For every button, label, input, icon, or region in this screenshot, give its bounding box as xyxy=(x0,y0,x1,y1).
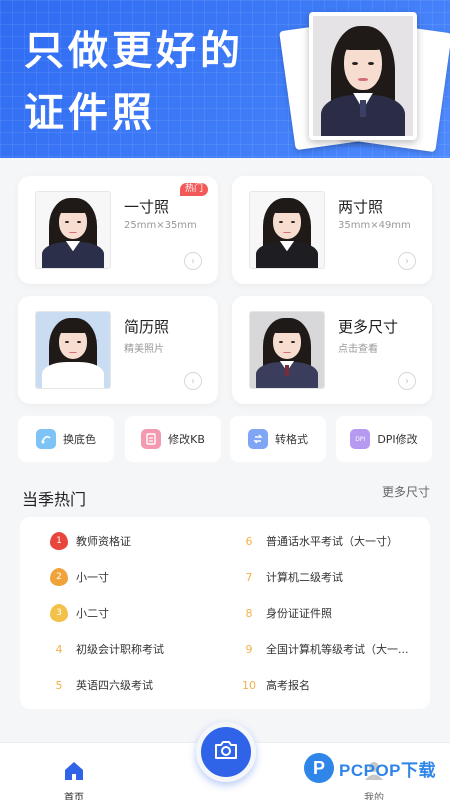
hot-list-item[interactable]: 7 计算机二级考试 xyxy=(240,567,344,587)
rank-number: 5 xyxy=(55,678,63,692)
hero-title-line1: 只做更好的 xyxy=(24,28,244,74)
hot-item-label: 初级会计职称考试 xyxy=(76,643,164,656)
watermark-text: PCPOP下载 xyxy=(339,760,437,780)
tool-dpi-modify[interactable]: DPI DPI修改 xyxy=(336,416,432,462)
more-sizes-link[interactable]: 更多尺寸 xyxy=(382,483,430,500)
portrait-thumbnail xyxy=(250,312,324,388)
tool-label: 换底色 xyxy=(63,433,96,446)
hot-list-item[interactable]: 5 英语四六级考试 xyxy=(50,675,154,695)
dpi-icon: DPI xyxy=(350,429,371,449)
rank-number: 4 xyxy=(55,642,63,656)
portrait-thumbnail xyxy=(250,192,324,268)
camera-button[interactable] xyxy=(196,722,256,782)
rank-number: 9 xyxy=(245,642,253,656)
hot-item-label: 全国计算机等级考试（大一... xyxy=(266,643,409,656)
hero-portrait-photo xyxy=(309,12,417,140)
rank-number: 6 xyxy=(245,534,253,548)
tool-label: 转格式 xyxy=(275,433,308,446)
tool-label: 修改KB xyxy=(168,433,205,446)
hot-item-label: 小二寸 xyxy=(76,607,109,620)
hot-list-item[interactable]: 8 身份证证件照 xyxy=(240,603,333,623)
hot-list-item[interactable]: 10 高考报名 xyxy=(240,675,310,695)
hot-list-item[interactable]: 6 普通话水平考试（大一寸） xyxy=(240,531,399,551)
tab-label: 首页 xyxy=(64,793,84,800)
rank-flame-icon: 2 xyxy=(50,568,68,586)
portrait-thumbnail xyxy=(36,312,110,388)
hot-list-item[interactable]: 4 初级会计职称考试 xyxy=(50,639,165,659)
size-card-more-sizes[interactable]: 更多尺寸 点击查看 › xyxy=(232,296,432,404)
hot-list-item[interactable]: 9 全国计算机等级考试（大一... xyxy=(240,639,409,659)
hot-list-panel: 1 教师资格证 2 小一寸 3 小二寸 4 初级会计职称考试 5 英语四六级考试… xyxy=(20,517,430,709)
hot-badge: 热门 xyxy=(180,183,209,196)
chevron-right-icon: › xyxy=(184,252,202,270)
hot-list-item[interactable]: 2 小一寸 xyxy=(50,567,109,587)
chevron-right-icon: › xyxy=(184,372,202,390)
hero-banner[interactable]: 只做更好的 证件照 xyxy=(0,0,450,158)
camera-icon xyxy=(213,739,239,765)
hot-list-item[interactable]: 1 教师资格证 xyxy=(50,531,131,551)
tool-convert-format[interactable]: 转格式 xyxy=(230,416,326,462)
size-card-title: 两寸照 xyxy=(338,198,384,216)
rank-flame-icon: 1 xyxy=(50,532,68,550)
size-card-two-inch[interactable]: 两寸照 35mm×49mm › xyxy=(232,176,432,284)
size-card-title: 简历照 xyxy=(124,318,170,336)
tab-label: 我的 xyxy=(364,793,384,800)
tool-change-background[interactable]: 换底色 xyxy=(18,416,114,462)
background-swap-icon xyxy=(36,429,56,449)
rank-number: 8 xyxy=(245,606,253,620)
size-card-subtitle: 25mm×35mm xyxy=(124,220,197,231)
hot-item-label: 小一寸 xyxy=(76,571,109,584)
chevron-right-icon: › xyxy=(398,372,416,390)
portrait-thumbnail xyxy=(36,192,110,268)
size-card-subtitle: 点击查看 xyxy=(338,344,378,355)
hot-item-label: 高考报名 xyxy=(266,679,310,692)
rank-flame-icon: 3 xyxy=(50,604,68,622)
tab-home[interactable]: 首页 xyxy=(44,761,104,800)
size-card-resume[interactable]: 简历照 精美照片 › xyxy=(18,296,218,404)
hot-item-label: 计算机二级考试 xyxy=(266,571,343,584)
chevron-right-icon: › xyxy=(398,252,416,270)
hot-list-item[interactable]: 3 小二寸 xyxy=(50,603,109,623)
file-size-icon xyxy=(141,429,162,449)
hero-photo-stack xyxy=(279,10,450,158)
size-card-title: 一寸照 xyxy=(124,198,170,216)
tool-label: DPI修改 xyxy=(377,433,418,446)
size-card-subtitle: 精美照片 xyxy=(124,344,164,355)
hero-title-line2: 证件照 xyxy=(24,90,156,136)
home-icon xyxy=(63,761,85,785)
rank-number: 7 xyxy=(245,570,253,584)
section-title-hot: 当季热门 xyxy=(22,490,87,509)
site-watermark: P PCPOP下载 xyxy=(304,752,436,784)
watermark-logo: P xyxy=(304,753,334,783)
tool-modify-kb[interactable]: 修改KB xyxy=(125,416,221,462)
hot-item-label: 教师资格证 xyxy=(76,535,131,548)
size-card-subtitle: 35mm×49mm xyxy=(338,220,411,231)
size-card-title: 更多尺寸 xyxy=(338,318,399,336)
rank-number: 10 xyxy=(242,678,256,692)
hot-item-label: 身份证证件照 xyxy=(266,607,332,620)
hot-item-label: 英语四六级考试 xyxy=(76,679,153,692)
hot-item-label: 普通话水平考试（大一寸） xyxy=(266,535,398,548)
convert-icon xyxy=(248,429,268,449)
